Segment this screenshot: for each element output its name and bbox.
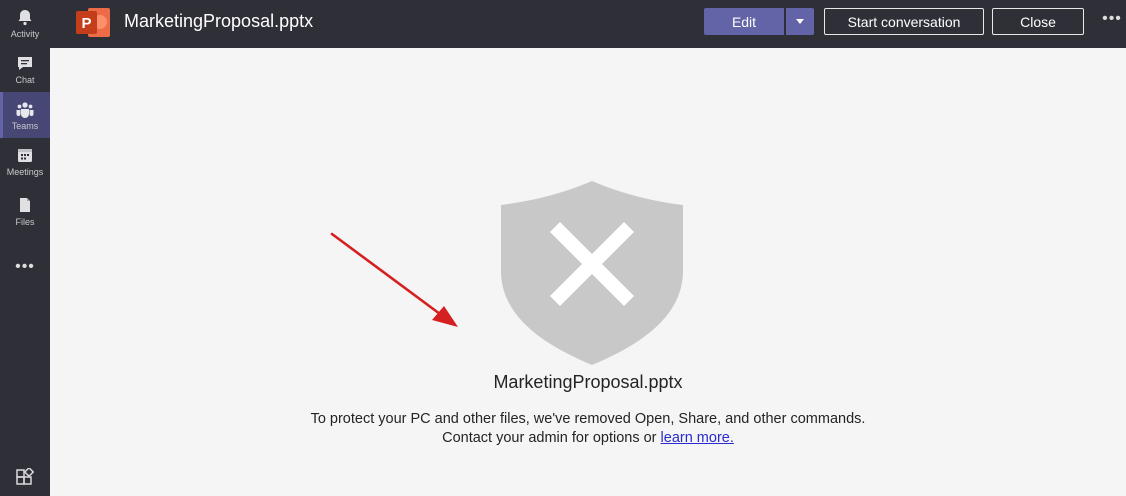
calendar-icon (18, 148, 32, 162)
close-button[interactable]: Close (992, 8, 1084, 35)
file-header: P MarketingProposal.pptx Edit Start conv… (50, 0, 1126, 48)
admin-message-text: Contact your admin for options or (442, 430, 661, 446)
rail-item-files[interactable]: Files (0, 188, 50, 234)
teams-icon (16, 101, 34, 118)
powerpoint-letter: P (81, 15, 91, 32)
rail-item-meetings[interactable]: Meetings (0, 138, 50, 184)
rail-item-chat[interactable]: Chat (0, 46, 50, 92)
file-title: MarketingProposal.pptx (124, 11, 314, 31)
chevron-down-icon (796, 19, 804, 24)
rail-label: Meetings (6, 166, 44, 177)
more-options-button[interactable]: ••• (1100, 10, 1124, 32)
rail-label: Activity (10, 28, 40, 39)
apps-button[interactable] (0, 468, 50, 490)
edit-button[interactable]: Edit (704, 8, 784, 35)
admin-message: Contact your admin for options or learn … (50, 430, 1126, 446)
learn-more-link[interactable]: learn more. (661, 430, 734, 446)
blocked-message: To protect your PC and other files, we'v… (310, 411, 866, 427)
chat-icon (18, 56, 32, 70)
blocked-file-panel: MarketingProposal.pptx To protect your P… (50, 48, 1126, 496)
rail-label: Teams (11, 120, 39, 131)
red-arrow-annotation (330, 232, 458, 327)
document-name: MarketingProposal.pptx (493, 372, 683, 392)
blocked-shield-icon (501, 181, 683, 365)
rail-label: Chat (15, 74, 35, 85)
edit-dropdown-button[interactable] (786, 8, 814, 35)
app-rail: Activity Chat Teams Meetings Files ••• (0, 0, 50, 496)
bell-icon (18, 9, 32, 25)
powerpoint-icon: P (76, 8, 110, 37)
file-icon (20, 197, 30, 212)
start-conversation-button[interactable]: Start conversation (824, 8, 984, 35)
apps-icon (16, 468, 35, 485)
more-apps-button[interactable]: ••• (0, 258, 50, 278)
rail-item-teams[interactable]: Teams (0, 92, 50, 138)
rail-item-activity[interactable]: Activity (0, 0, 50, 46)
rail-label: Files (15, 216, 35, 227)
